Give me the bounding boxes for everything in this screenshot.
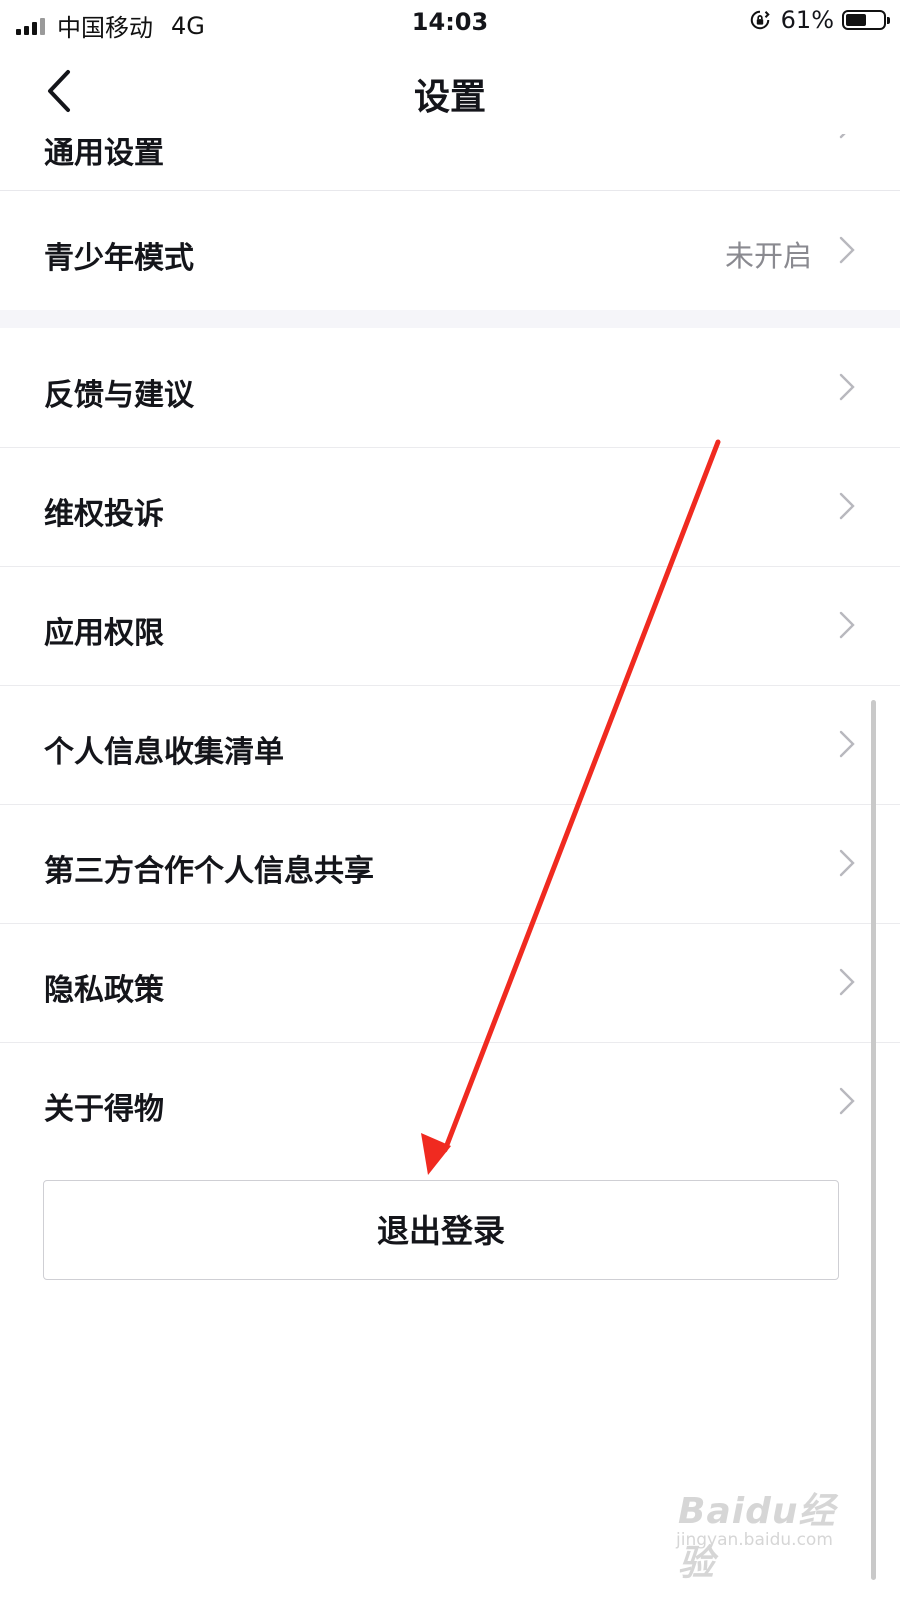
settings-item-personal-info-list[interactable]: 个人信息收集清单 — [0, 685, 900, 805]
scrollbar[interactable] — [871, 700, 876, 1580]
settings-item-app-permissions[interactable]: 应用权限 — [0, 566, 900, 686]
settings-item-label: 反馈与建议 — [44, 378, 194, 413]
chevron-right-icon — [839, 849, 855, 877]
settings-item-privacy-policy[interactable]: 隐私政策 — [0, 923, 900, 1043]
settings-item-label: 个人信息收集清单 — [44, 735, 284, 770]
settings-item-label: 通用设置 — [44, 136, 164, 171]
logout-button[interactable]: 退出登录 — [43, 1180, 839, 1280]
chevron-right-icon — [839, 968, 855, 996]
battery-percent: 61% — [780, 6, 834, 34]
battery-icon — [842, 10, 890, 30]
settings-item-complaints[interactable]: 维权投诉 — [0, 447, 900, 567]
settings-item-label: 维权投诉 — [44, 497, 164, 532]
logout-label: 退出登录 — [376, 1212, 505, 1250]
section-gap — [0, 310, 900, 328]
status-bar: 中国移动 4G 14:03 61% — [0, 0, 900, 46]
chevron-right-icon — [839, 1087, 855, 1115]
page-title: 设置 — [413, 77, 486, 118]
settings-item-label: 青少年模式 — [44, 241, 194, 276]
chevron-right-icon — [839, 236, 855, 264]
youth-mode-status: 未开启 — [724, 239, 812, 273]
settings-item-youth-mode[interactable]: 青少年模式 未开启 — [0, 191, 900, 311]
settings-item-about[interactable]: 关于得物 — [0, 1042, 900, 1161]
settings-item-label: 第三方合作个人信息共享 — [44, 854, 374, 889]
baidu-watermark: Baidu经验 jingyan.baidu.com — [672, 1482, 852, 1584]
settings-item-feedback[interactable]: 反馈与建议 — [0, 328, 900, 448]
settings-item-label: 应用权限 — [44, 616, 164, 651]
chevron-right-icon — [839, 492, 855, 520]
chevron-right-icon — [839, 730, 855, 758]
status-right: 61% — [749, 6, 890, 34]
settings-item-label: 隐私政策 — [44, 973, 164, 1008]
battery-cap — [887, 17, 890, 24]
chevron-right-icon — [839, 373, 855, 401]
rotation-lock-icon — [750, 10, 770, 30]
settings-item-label: 关于得物 — [44, 1092, 164, 1127]
battery-fill — [846, 14, 867, 26]
nav-bar: 设置 — [0, 46, 900, 134]
settings-item-third-party-sharing[interactable]: 第三方合作个人信息共享 — [0, 804, 900, 924]
chevron-right-icon — [839, 611, 855, 639]
watermark-url: jingyan.baidu.com — [676, 1530, 833, 1550]
